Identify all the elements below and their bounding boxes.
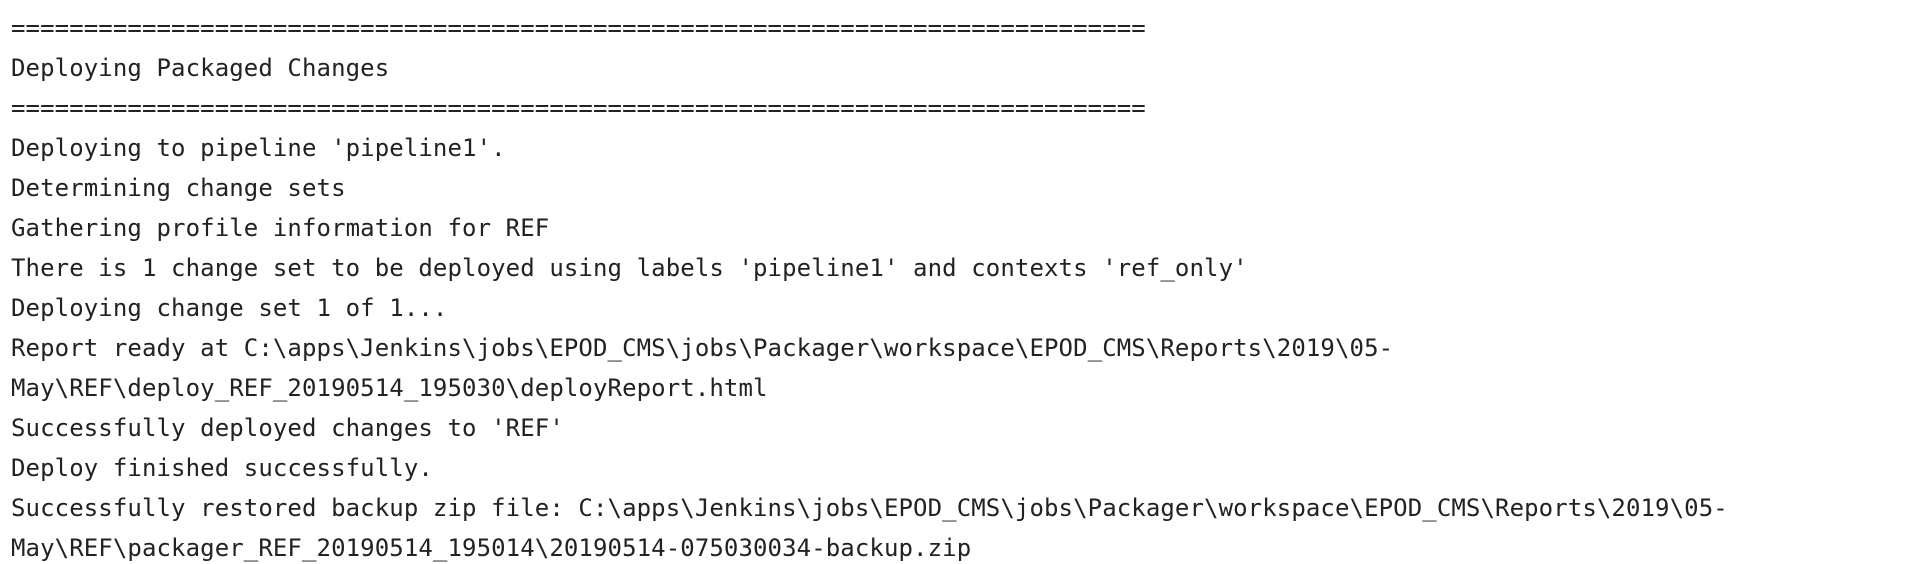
log-line: Successfully restored backup zip file: C… — [11, 494, 1728, 522]
log-line: Successfully deployed changes to 'REF' — [11, 414, 564, 442]
log-line: May\REF\packager_REF_20190514_195014\201… — [11, 534, 972, 562]
separator-line: ========================================… — [11, 94, 1146, 122]
log-line: Determining change sets — [11, 174, 346, 202]
log-line: Deploying change set 1 of 1... — [11, 294, 448, 322]
separator-line: ========================================… — [11, 14, 1146, 42]
log-line: May\REF\deploy_REF_20190514_195030\deplo… — [11, 374, 768, 402]
log-line: Deploying to pipeline 'pipeline1'. — [11, 134, 506, 162]
log-line: There is 1 change set to be deployed usi… — [11, 254, 1248, 282]
section-title: Deploying Packaged Changes — [11, 54, 390, 82]
log-line: Gathering profile information for REF — [11, 214, 550, 242]
console-output: ========================================… — [0, 0, 1920, 564]
log-line: Deploy finished successfully. — [11, 454, 433, 482]
log-line: Report ready at C:\apps\Jenkins\jobs\EPO… — [11, 334, 1394, 362]
